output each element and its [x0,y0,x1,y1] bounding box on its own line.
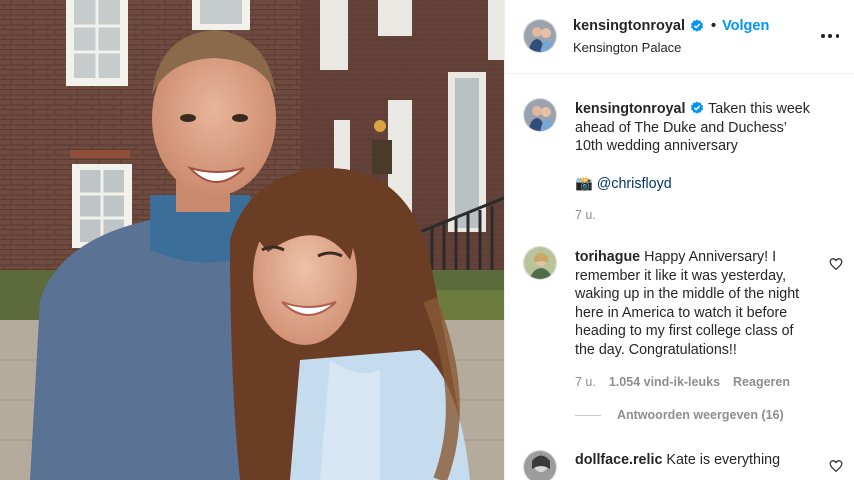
caption-time[interactable]: 7 u. [575,208,596,222]
caption-credit: 📸 @chrisfloyd [575,175,815,194]
more-dot [835,34,839,38]
camera-icon: 📸 [575,176,593,192]
comment-username[interactable]: dollface.relic [575,452,662,468]
post-photo[interactable] [0,0,504,480]
avatar-image [524,99,556,131]
post-location[interactable]: Kensington Palace [573,40,681,55]
author-username[interactable]: kensingtonroyal [573,18,685,34]
more-dot [828,34,832,38]
post-header: kensingtonroyal • Volgen Kensington Pala… [505,0,854,74]
view-replies-button[interactable]: Antwoorden weergeven (16) [575,408,784,422]
caption-text-block: kensingtonroyal Taken this week ahead of… [575,100,815,156]
post-photo-illustration [0,0,504,480]
post-sidebar: kensingtonroyal • Volgen Kensington Pala… [504,0,854,480]
comment-text: Happy Anniversary! I remember it like it… [575,249,800,358]
comment-time[interactable]: 7 u. [575,375,596,389]
comment-text-block: torihague Happy Anniversary! I remember … [575,248,813,359]
commenter-avatar[interactable] [523,450,557,480]
mention-link[interactable]: @chrisfloyd [597,176,672,192]
avatar-image [524,247,556,279]
view-replies-label: Antwoorden weergeven (16) [617,408,784,422]
follow-button[interactable]: Volgen [722,18,769,34]
comment-text-block: dollface.relic Kate is everything [575,451,815,470]
comment-meta: 7 u. 1.054 vind-ik-leuks Reageren [575,375,790,389]
avatar-image [524,451,556,480]
verified-badge-icon [691,19,703,32]
avatar-image [524,20,556,52]
author-line: kensingtonroyal • Volgen [573,18,769,34]
more-options-icon[interactable] [821,27,839,45]
reply-button[interactable]: Reageren [733,375,790,389]
comment-text: Kate is everything [666,452,781,468]
caption-meta: 7 u. [575,208,596,222]
heart-outline-icon[interactable] [829,257,843,271]
commenter-avatar[interactable] [523,246,557,280]
comment-username[interactable]: torihague [575,249,640,265]
author-avatar[interactable] [523,19,557,53]
more-dot [821,34,825,38]
caption-avatar[interactable] [523,98,557,132]
replies-divider [575,414,601,416]
heart-outline-icon[interactable] [829,459,843,473]
verified-badge-icon [691,101,704,114]
caption-username[interactable]: kensingtonroyal [575,101,685,117]
separator-dot: • [711,18,717,34]
comment-likes[interactable]: 1.054 vind-ik-leuks [609,375,720,389]
